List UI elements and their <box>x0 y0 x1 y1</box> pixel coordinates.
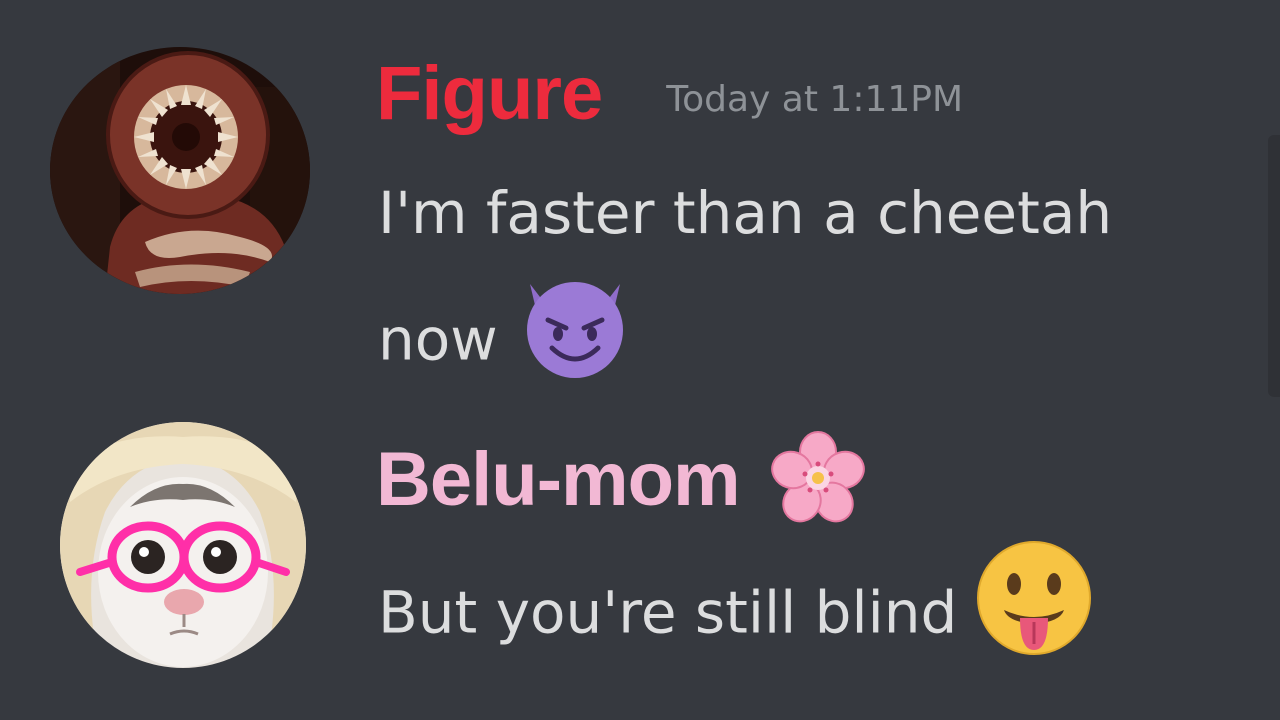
face-with-tongue-emoji <box>976 540 1092 693</box>
avatar[interactable] <box>60 422 306 668</box>
cat-with-pink-glasses-avatar <box>60 422 306 668</box>
username[interactable]: Figure <box>376 56 603 132</box>
message-text: But you're still blind <box>378 578 958 647</box>
username[interactable]: Belu-mom <box>376 442 741 518</box>
figure-monster-avatar <box>50 47 310 294</box>
message-header: Belu-mom <box>376 431 866 525</box>
message-header: Figure Today at 1:11PM <box>376 52 963 136</box>
cherry-blossom-icon <box>770 430 866 530</box>
avatar[interactable] <box>50 47 310 294</box>
message-text: now <box>378 305 498 374</box>
smiling-imp-emoji <box>516 270 634 417</box>
message-belu-mom: Belu-mom But you're still blind <box>0 405 1280 720</box>
message-figure: Figure Today at 1:11PM I'm faster than a… <box>0 0 1280 400</box>
chat-view: Figure Today at 1:11PM I'm faster than a… <box>0 0 1280 720</box>
timestamp: Today at 1:11PM <box>666 78 964 120</box>
message-content: I'm faster than a cheetah now <box>378 157 1258 417</box>
message-content: But you're still blind <box>378 540 1258 693</box>
message-text-line: now <box>378 270 1258 417</box>
message-text-line: I'm faster than a cheetah <box>378 179 1113 247</box>
